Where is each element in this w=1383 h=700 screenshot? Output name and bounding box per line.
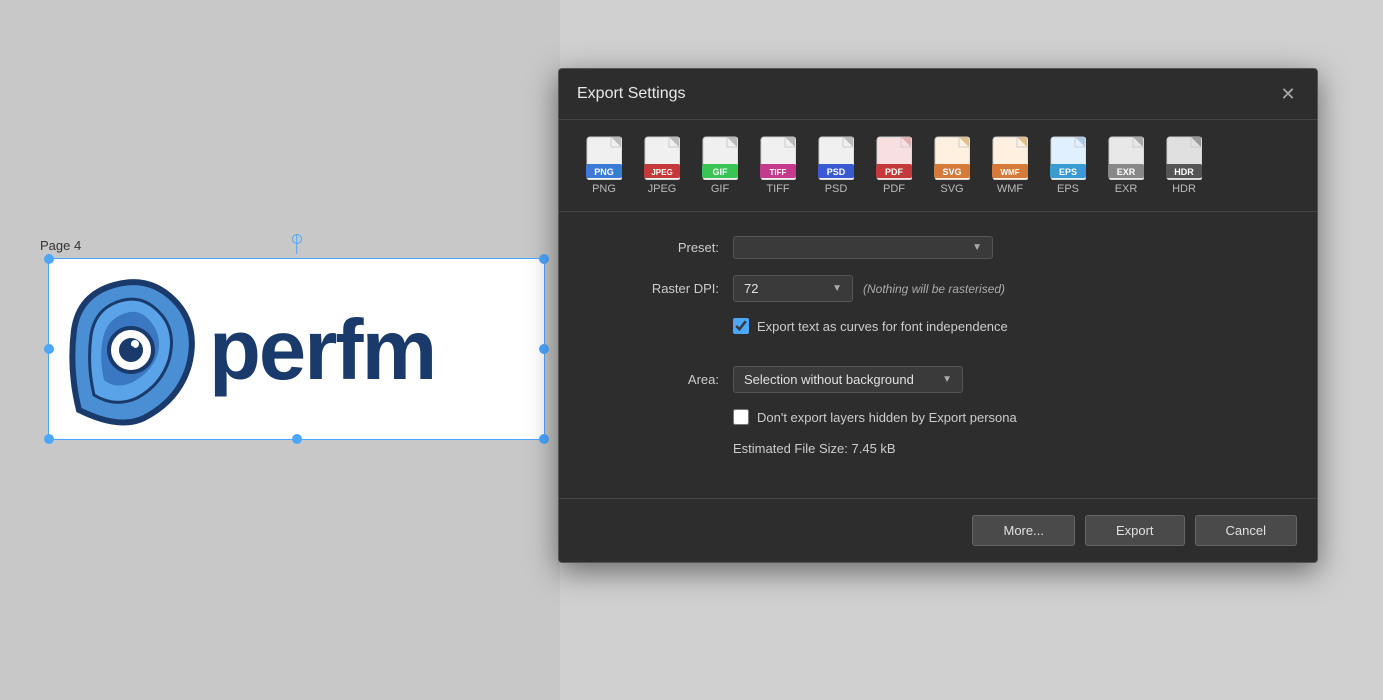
jpeg-icon: JPEG xyxy=(643,136,681,180)
area-control-group: Selection without background ▼ xyxy=(733,366,1277,393)
tiff-label: TIFF xyxy=(766,183,789,195)
raster-dpi-row: Raster DPI: 72 ▼ (Nothing will be raster… xyxy=(599,275,1277,302)
svg-text:EPS: EPS xyxy=(1059,167,1077,177)
tiff-icon: TIFF xyxy=(759,136,797,180)
handle-top-left[interactable] xyxy=(44,254,54,264)
preset-control-group: ▼ xyxy=(733,236,1277,259)
svg-text:PSD: PSD xyxy=(827,167,846,177)
gif-icon: GIF xyxy=(701,136,739,180)
export-text-curves-label: Export text as curves for font independe… xyxy=(757,319,1008,334)
logo-text: perfm xyxy=(209,308,435,393)
format-item-eps[interactable]: EPS EPS xyxy=(1043,132,1093,199)
format-item-svg[interactable]: SVG SVG xyxy=(927,132,977,199)
svg-text:SVG: SVG xyxy=(942,167,961,177)
logo-container: perfm xyxy=(48,258,548,443)
file-size-label: Estimated File Size: xyxy=(733,441,848,456)
handle-top-mid[interactable] xyxy=(292,234,302,244)
png-icon: PNG xyxy=(585,136,623,180)
area-value: Selection without background xyxy=(744,372,914,387)
exr-icon: EXR xyxy=(1107,136,1145,180)
eps-label: EPS xyxy=(1057,183,1079,195)
handle-top-right[interactable] xyxy=(539,254,549,264)
preset-dropdown[interactable]: ▼ xyxy=(733,236,993,259)
dont-export-hidden-checkbox[interactable] xyxy=(733,409,749,425)
svg-text:EXR: EXR xyxy=(1117,167,1136,177)
eps-icon: EPS xyxy=(1049,136,1087,180)
page-label: Page 4 xyxy=(40,238,81,253)
logo-icon xyxy=(59,270,204,430)
psd-label: PSD xyxy=(825,183,848,195)
close-button[interactable]: ✕ xyxy=(1277,83,1299,105)
svg-icon: SVG xyxy=(933,136,971,180)
area-arrow-icon: ▼ xyxy=(942,374,952,385)
raster-dpi-label: Raster DPI: xyxy=(599,281,719,296)
dont-export-hidden-row: Don't export layers hidden by Export per… xyxy=(599,409,1277,425)
pdf-label: PDF xyxy=(883,183,905,195)
export-text-curves-row: Export text as curves for font independe… xyxy=(599,318,1277,334)
jpeg-label: JPEG xyxy=(648,183,677,195)
preset-row: Preset: ▼ xyxy=(599,236,1277,259)
svg-text:PNG: PNG xyxy=(594,167,614,177)
dpi-dropdown[interactable]: 72 ▼ xyxy=(733,275,853,302)
svg-text:PDF: PDF xyxy=(885,167,904,177)
format-item-jpeg[interactable]: JPEG JPEG xyxy=(637,132,687,199)
area-label: Area: xyxy=(599,372,719,387)
format-item-png[interactable]: PNG PNG xyxy=(579,132,629,199)
file-size-text: Estimated File Size: 7.45 kB xyxy=(733,441,896,456)
format-item-gif[interactable]: GIF GIF xyxy=(695,132,745,199)
pdf-icon: PDF xyxy=(875,136,913,180)
export-button[interactable]: Export xyxy=(1085,515,1185,546)
format-item-wmf[interactable]: WMF WMF xyxy=(985,132,1035,199)
export-text-curves-checkbox[interactable] xyxy=(733,318,749,334)
logo-preview: perfm xyxy=(54,264,541,436)
file-size-value: 7.45 kB xyxy=(852,441,896,456)
svg-text:WMF: WMF xyxy=(1000,168,1019,177)
svg-text:GIF: GIF xyxy=(713,167,729,177)
handle-bot-left[interactable] xyxy=(44,434,54,444)
dpi-value: 72 xyxy=(744,281,758,296)
dialog-header: Export Settings ✕ xyxy=(559,69,1317,120)
handle-mid-left[interactable] xyxy=(44,344,54,354)
preset-label: Preset: xyxy=(599,240,719,255)
wmf-label: WMF xyxy=(997,183,1023,195)
dialog-footer: More... Export Cancel xyxy=(559,498,1317,562)
png-label: PNG xyxy=(592,183,616,195)
cancel-button[interactable]: Cancel xyxy=(1195,515,1297,546)
format-toolbar: PNG PNG JPEG JPEG xyxy=(559,120,1317,212)
area-dropdown[interactable]: Selection without background ▼ xyxy=(733,366,963,393)
format-item-hdr[interactable]: HDR HDR xyxy=(1159,132,1209,199)
exr-label: EXR xyxy=(1115,183,1138,195)
format-item-exr[interactable]: EXR EXR xyxy=(1101,132,1151,199)
format-item-pdf[interactable]: PDF PDF xyxy=(869,132,919,199)
format-item-tiff[interactable]: TIFF TIFF xyxy=(753,132,803,199)
hdr-icon: HDR xyxy=(1165,136,1203,180)
gif-label: GIF xyxy=(711,183,729,195)
svg-label: SVG xyxy=(940,183,963,195)
selection-box: perfm xyxy=(48,258,545,440)
area-row: Area: Selection without background ▼ xyxy=(599,366,1277,393)
file-size-row: Estimated File Size: 7.45 kB xyxy=(599,441,1277,456)
dpi-control-group: 72 ▼ (Nothing will be rasterised) xyxy=(733,275,1277,302)
psd-icon: PSD xyxy=(817,136,855,180)
dpi-arrow-icon: ▼ xyxy=(832,283,842,294)
export-settings-dialog: Export Settings ✕ PNG PNG xyxy=(558,68,1318,563)
wmf-icon: WMF xyxy=(991,136,1029,180)
hdr-label: HDR xyxy=(1172,183,1196,195)
dialog-title: Export Settings xyxy=(577,85,686,103)
raster-hint: (Nothing will be rasterised) xyxy=(863,282,1005,296)
format-item-psd[interactable]: PSD PSD xyxy=(811,132,861,199)
svg-text:HDR: HDR xyxy=(1174,167,1194,177)
svg-text:JPEG: JPEG xyxy=(651,168,672,177)
preset-arrow-icon: ▼ xyxy=(972,242,982,253)
canvas-area: Page 4 xyxy=(0,0,560,700)
dialog-body: Preset: ▼ Raster DPI: 72 ▼ (Nothing will… xyxy=(559,212,1317,488)
dont-export-hidden-label: Don't export layers hidden by Export per… xyxy=(757,410,1017,425)
svg-text:TIFF: TIFF xyxy=(770,168,787,177)
more-button[interactable]: More... xyxy=(972,515,1074,546)
